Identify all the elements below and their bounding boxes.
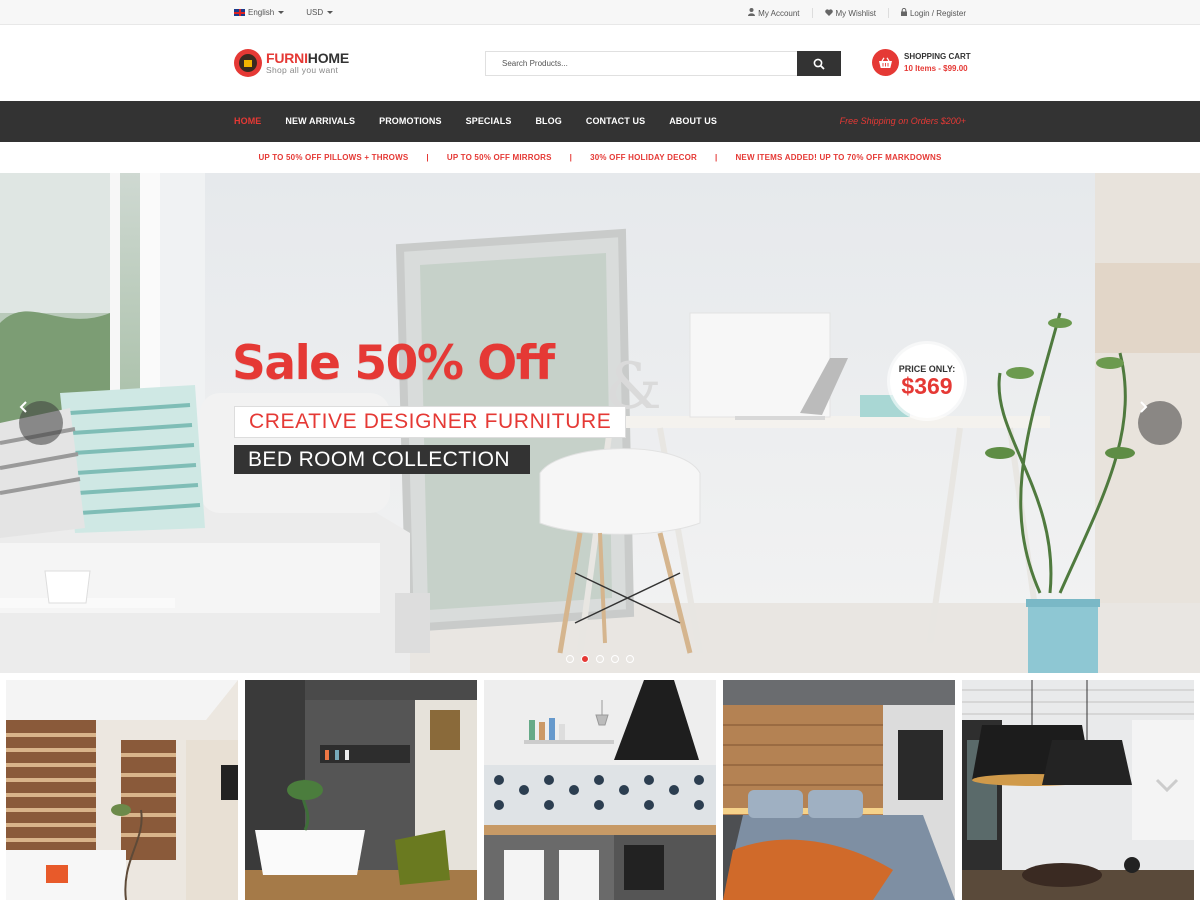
bathroom-image bbox=[245, 680, 477, 900]
thumb-dining-room[interactable] bbox=[962, 680, 1194, 900]
bedroom-image bbox=[723, 680, 955, 900]
nav-item-home[interactable]: HOME bbox=[234, 116, 261, 126]
promo-link-pillows[interactable]: UP TO 50% OFF PILLOWS + THROWS bbox=[258, 153, 408, 162]
heart-icon bbox=[824, 8, 833, 16]
login-register-label: Login / Register bbox=[909, 9, 966, 18]
slider-dot-active[interactable] bbox=[581, 655, 589, 663]
price-value: $369 bbox=[901, 373, 953, 399]
caret-down-icon bbox=[278, 11, 285, 14]
slider-dots bbox=[566, 655, 634, 663]
my-account-label: My Account bbox=[758, 9, 800, 18]
promo-strip: UP TO 50% OFF PILLOWS + THROWS | UP TO 5… bbox=[0, 142, 1200, 173]
slider-next-button[interactable] bbox=[1138, 401, 1182, 445]
login-register-link[interactable]: Login / Register bbox=[900, 8, 966, 18]
logo-title: FURNIHOME bbox=[266, 51, 349, 65]
hero-headline: Sale 50% Off bbox=[232, 336, 555, 391]
shopping-cart[interactable]: SHOPPING CART 10 Items - $99.00 bbox=[872, 49, 971, 76]
logo-name-part1: FURNI bbox=[266, 50, 308, 67]
currency-selector[interactable]: USD bbox=[306, 8, 334, 17]
living-room-image bbox=[6, 680, 238, 900]
hero-slider: & Sale 50% Off CREATIVE DESIGNER FURNITU… bbox=[0, 173, 1200, 673]
my-wishlist-label: My Wishlist bbox=[835, 8, 876, 18]
search-input[interactable] bbox=[486, 52, 796, 75]
promo-link-holiday-decor[interactable]: 30% OFF HOLIDAY DECOR bbox=[590, 153, 697, 162]
thumb-living-room[interactable] bbox=[6, 680, 238, 900]
slider-dot[interactable] bbox=[626, 655, 634, 663]
promo-separator: | bbox=[569, 153, 573, 162]
lock-icon bbox=[900, 8, 907, 16]
category-thumbnails bbox=[0, 673, 1200, 900]
nav-item-new-arrivals[interactable]: NEW ARRIVALS bbox=[285, 116, 355, 126]
nav-item-promotions[interactable]: PROMOTIONS bbox=[379, 116, 442, 126]
nav-item-specials[interactable]: SPECIALS bbox=[466, 116, 512, 126]
slider-dot[interactable] bbox=[566, 655, 574, 663]
language-label: English bbox=[248, 8, 275, 17]
price-badge: PRICE ONLY: $369 bbox=[890, 344, 964, 418]
cart-title: SHOPPING CART bbox=[904, 52, 971, 61]
logo-mark-icon bbox=[234, 49, 262, 77]
thumb-bedroom[interactable] bbox=[723, 680, 955, 900]
basket-icon bbox=[872, 49, 899, 76]
search-icon bbox=[813, 58, 825, 70]
slider-dot[interactable] bbox=[596, 655, 604, 663]
site-logo[interactable]: FURNIHOME Shop all you want bbox=[234, 49, 349, 77]
promo-separator: | bbox=[715, 153, 718, 162]
caret-down-icon bbox=[327, 11, 334, 14]
dining-room-image bbox=[962, 680, 1194, 900]
promo-link-markdowns[interactable]: NEW ITEMS ADDED! UP TO 70% OFF MARKDOWNS bbox=[735, 153, 941, 162]
user-icon bbox=[748, 8, 756, 16]
my-account-link[interactable]: My Account bbox=[748, 8, 800, 18]
site-header: FURNIHOME Shop all you want SHOPPING CAR… bbox=[0, 25, 1200, 101]
my-wishlist-link[interactable]: My Wishlist bbox=[824, 8, 876, 18]
nav-item-contact-us[interactable]: CONTACT US bbox=[586, 116, 645, 126]
logo-tagline: Shop all you want bbox=[266, 65, 339, 76]
divider bbox=[811, 8, 813, 18]
search-box bbox=[485, 51, 841, 76]
promo-link-mirrors[interactable]: UP TO 50% OFF MIRRORS bbox=[447, 153, 552, 162]
kitchen-image bbox=[484, 680, 716, 900]
cart-summary: 10 Items - $99.00 bbox=[904, 64, 968, 73]
hero-subtitle-2: BED ROOM COLLECTION bbox=[234, 445, 530, 474]
main-nav: HOME NEW ARRIVALS PROMOTIONS SPECIALS BL… bbox=[0, 101, 1200, 142]
logo-name-part2: HOME bbox=[307, 50, 349, 67]
nav-item-blog[interactable]: BLOG bbox=[535, 116, 561, 126]
currency-label: USD bbox=[306, 8, 324, 17]
search-button[interactable] bbox=[797, 51, 841, 76]
free-shipping-note: Free Shipping on Orders $200+ bbox=[839, 116, 966, 126]
nav-item-about-us[interactable]: ABOUT US bbox=[669, 116, 717, 126]
chevron-right-icon bbox=[1140, 401, 1148, 413]
slider-prev-button[interactable] bbox=[19, 401, 63, 445]
thumb-bathroom[interactable] bbox=[245, 680, 477, 900]
thumb-kitchen[interactable] bbox=[484, 680, 716, 900]
hero-subtitle-1: CREATIVE DESIGNER FURNITURE bbox=[234, 406, 627, 438]
uk-flag-icon bbox=[234, 9, 245, 16]
divider bbox=[887, 8, 889, 18]
top-bar: English USD My Account My Wishlist Login… bbox=[0, 0, 1200, 25]
slider-dot[interactable] bbox=[611, 655, 619, 663]
chevron-left-icon bbox=[19, 401, 27, 413]
language-selector[interactable]: English bbox=[234, 8, 285, 17]
promo-separator: | bbox=[426, 153, 429, 162]
